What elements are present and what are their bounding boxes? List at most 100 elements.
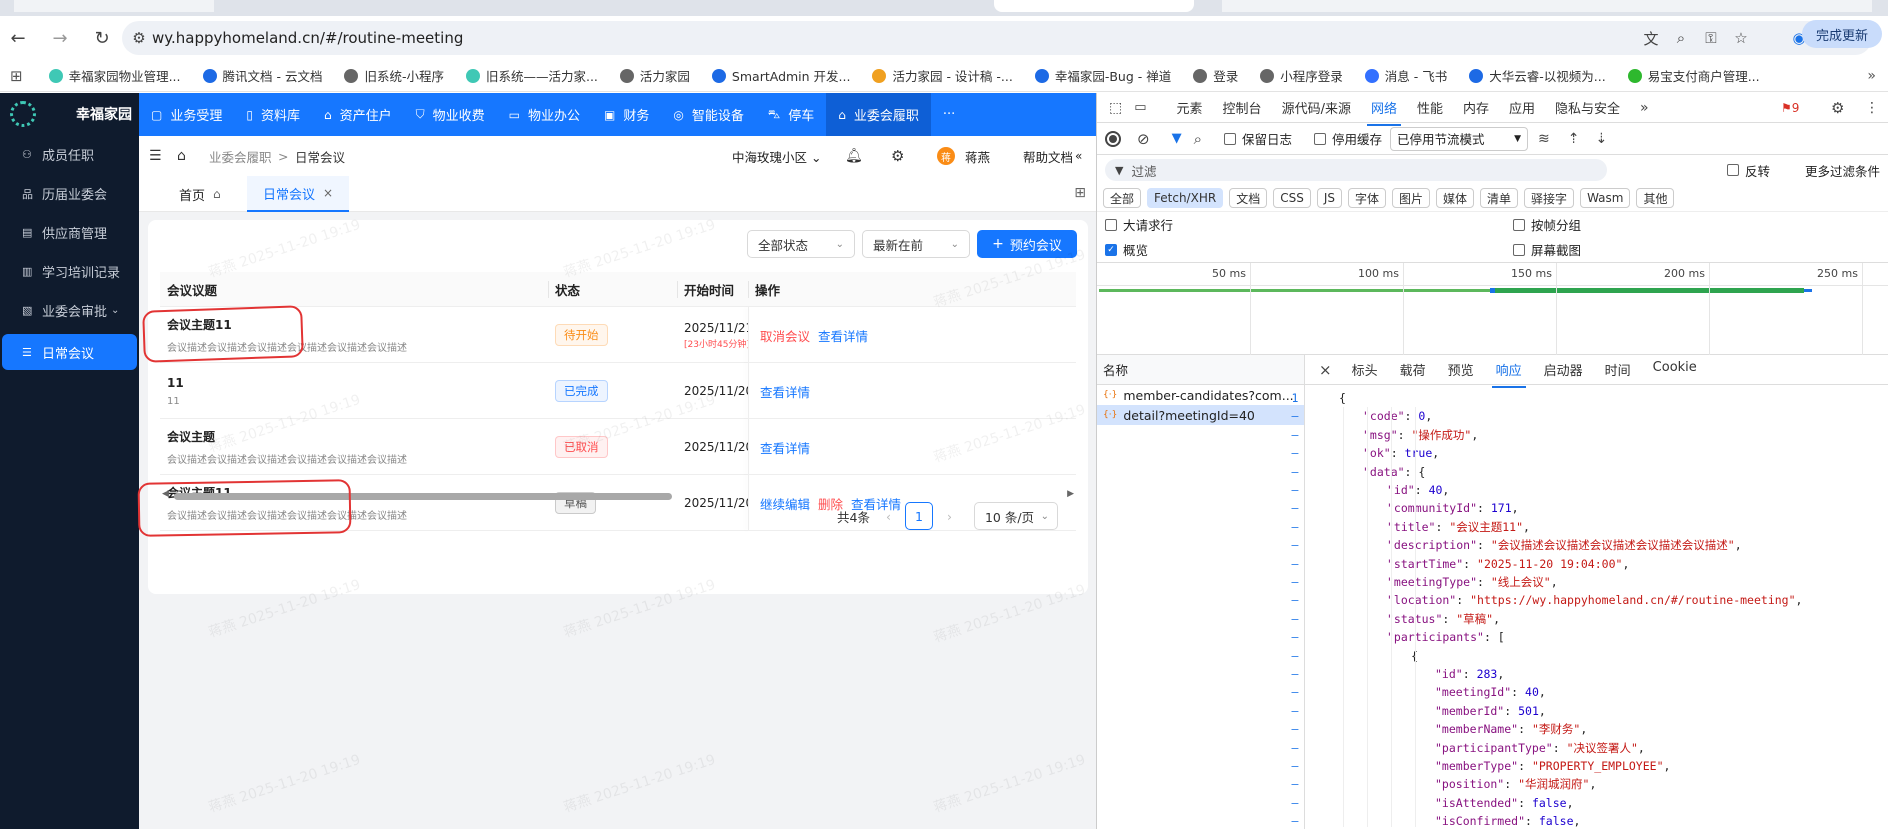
tab-routine-meeting[interactable]: 日常会议 × — [247, 176, 349, 212]
book-meeting-button[interactable]: + 预约会议 — [977, 230, 1077, 258]
detail-tab[interactable]: 响应 — [1491, 360, 1526, 388]
bookmark-item[interactable]: 活力家园 - 设计稿 -... — [872, 66, 1013, 85]
preserve-log-checkbox[interactable]: 保留日志 — [1223, 129, 1292, 148]
home-icon[interactable]: ⌂ — [177, 148, 186, 164]
action-link[interactable]: 取消会议 — [760, 326, 810, 345]
bookmark-item[interactable]: 旧系统——活力家... — [465, 66, 598, 85]
top-nav-item[interactable]: ⌂ 资产住户 — [312, 93, 404, 136]
error-badge[interactable]: ⚑9 — [1781, 101, 1799, 115]
type-filter-chip[interactable]: 图片 — [1392, 188, 1431, 208]
type-filter-chip[interactable]: 文档 — [1229, 188, 1268, 208]
bookmark-item[interactable]: 旧系统-小程序 — [344, 66, 444, 85]
community-selector[interactable]: 中海玫瑰小区 ⌄ — [732, 147, 821, 166]
action-link[interactable]: 查看详情 — [818, 326, 868, 345]
type-filter-chip[interactable]: Wasm — [1580, 188, 1631, 208]
tab-home[interactable]: 首页 ⌂ — [179, 176, 221, 212]
filter-icon[interactable]: ▼ — [1172, 131, 1182, 146]
type-filter-chip[interactable]: JS — [1316, 188, 1342, 208]
detail-tab[interactable]: 标头 — [1352, 360, 1378, 379]
bookmark-item[interactable]: 登录 — [1193, 66, 1238, 85]
request-row[interactable]: {·} member-candidates?com... — [1097, 385, 1304, 405]
group-by-frame-checkbox[interactable]: 按帧分组 — [1513, 215, 1581, 234]
type-filter-chip[interactable]: Fetch/XHR — [1147, 188, 1224, 208]
top-nav-item[interactable]: ▯ 资料库 — [234, 93, 312, 136]
top-nav-item[interactable]: ▣ 财务 — [592, 93, 661, 136]
help-link[interactable]: 帮助文档 — [1023, 147, 1073, 166]
more-filters-button[interactable]: 更多过滤条件 — [1805, 161, 1880, 180]
inspect-icon[interactable]: ⬚ — [1109, 100, 1122, 116]
type-filter-chip[interactable]: 全部 — [1103, 188, 1142, 208]
disable-cache-checkbox[interactable]: 停用缓存 — [1314, 129, 1382, 148]
devtools-tab[interactable]: 网络 — [1366, 98, 1401, 126]
avatar[interactable]: 蒋 — [937, 147, 955, 165]
sidebar-item[interactable]: 品历届业委会 — [0, 174, 139, 213]
sidebar-item[interactable]: ▤ 供应商管理 — [0, 213, 139, 252]
update-button[interactable]: 完成更新 — [1801, 20, 1882, 48]
type-filter-chip[interactable]: CSS — [1273, 188, 1311, 208]
record-icon[interactable] — [1105, 130, 1121, 147]
action-link[interactable]: 查看详情 — [760, 438, 810, 457]
browser-tab[interactable] — [14, 0, 214, 12]
big-rows-checkbox[interactable]: 大请求行 — [1105, 215, 1173, 234]
devtools-tab[interactable]: 应用 — [1509, 98, 1535, 117]
bookmark-item[interactable]: 易宝支付商户管理... — [1627, 66, 1760, 85]
bookmark-item[interactable]: 幸福家园物业管理... — [48, 66, 181, 85]
gear-icon[interactable]: ⚙ — [1831, 99, 1844, 117]
filter-input[interactable]: ▼ 过滤 — [1105, 159, 1607, 181]
devtools-tab[interactable]: 内存 — [1463, 98, 1489, 117]
reload-icon[interactable]: ↻ — [88, 24, 116, 52]
url-text[interactable]: wy.happyhomeland.cn/#/routine-meeting — [152, 29, 463, 47]
network-conditions-icon[interactable]: ≋ — [1538, 131, 1550, 147]
page-size-select[interactable]: 10 条/页 ⌄ — [973, 502, 1058, 530]
invert-checkbox[interactable]: 反转 — [1727, 161, 1770, 180]
type-filter-chip[interactable]: 清单 — [1480, 188, 1519, 208]
top-nav-item[interactable]: ▭ 物业办公 — [497, 93, 592, 136]
type-filter-chip[interactable]: 驿接字 — [1524, 188, 1575, 208]
type-filter-chip[interactable]: 其他 — [1636, 188, 1675, 208]
menu-collapse-icon[interactable]: ☰ — [149, 148, 162, 164]
bookmark-item[interactable]: 消息 - 飞书 — [1364, 66, 1447, 85]
devtools-tab[interactable]: 性能 — [1417, 98, 1443, 117]
devtools-tab[interactable]: 元素 — [1177, 98, 1203, 117]
clear-icon[interactable]: ⊘ — [1137, 130, 1150, 148]
sidebar-item[interactable]: ▧ 业委会审批 ⌄ — [0, 291, 139, 330]
network-timeline[interactable]: 50 ms 100 ms 150 ms 200 ms 250 ms — [1097, 263, 1888, 355]
bell-icon[interactable]: 🔔︎ — [845, 148, 863, 164]
scroll-right-icon[interactable]: ▶ — [1067, 489, 1074, 499]
apps-grid-icon[interactable]: ⊞ — [10, 67, 23, 85]
throttle-select[interactable]: 已停用节流模式 ▼ — [1390, 126, 1529, 151]
bookmark-item[interactable]: 小程序登录 — [1260, 66, 1343, 85]
more-tabs-icon[interactable]: » — [1640, 100, 1649, 116]
bookmark-item[interactable]: SmartAdmin 开发... — [711, 66, 850, 85]
type-filter-chip[interactable]: 字体 — [1347, 188, 1386, 208]
close-icon[interactable]: × — [1319, 361, 1332, 379]
url-bar[interactable]: ⚙ wy.happyhomeland.cn/#/routine-meeting … — [122, 21, 1872, 55]
overview-checkbox[interactable]: ✓ 概览 — [1105, 240, 1148, 259]
request-row[interactable]: {·} detail?meetingId=40 — [1097, 405, 1304, 425]
export-har-icon[interactable]: ⇣ — [1595, 131, 1607, 147]
back-icon[interactable]: ← — [4, 24, 32, 52]
kebab-menu-icon[interactable]: ⋮ — [1865, 100, 1879, 116]
top-nav-item[interactable]: ··· — [931, 93, 967, 136]
browser-tab-active[interactable] — [994, 0, 1194, 12]
forward-icon[interactable]: → — [46, 24, 74, 52]
devtools-tab[interactable]: 控制台 — [1223, 98, 1262, 117]
key-icon[interactable]: ⚿ — [1700, 27, 1722, 49]
top-nav-item[interactable]: ⛍ 停车 — [756, 93, 826, 136]
detail-tab[interactable]: 载荷 — [1400, 360, 1426, 379]
bookmark-item[interactable]: 大华云睿-以视频为... — [1469, 66, 1606, 85]
device-toolbar-icon[interactable]: ▭ — [1134, 100, 1146, 115]
site-info-icon[interactable]: ⚙ — [128, 27, 150, 49]
tabs-grid-icon[interactable]: ⊞ — [1074, 185, 1086, 201]
browser-tab[interactable] — [1222, 0, 1872, 12]
devtools-tab[interactable]: 隐私与安全 — [1555, 98, 1620, 117]
sidebar-item[interactable]: ⚇ 成员任职 — [0, 135, 139, 174]
import-har-icon[interactable]: ⇡ — [1568, 131, 1580, 147]
detail-tab[interactable]: 预览 — [1448, 360, 1474, 379]
bookmarks-more-icon[interactable]: » — [1867, 68, 1876, 84]
prev-page-icon[interactable]: ‹ — [886, 509, 891, 524]
browser-tab[interactable] — [224, 0, 424, 12]
bookmark-item[interactable]: 活力家园 — [619, 66, 690, 85]
type-filter-chip[interactable]: 媒体 — [1436, 188, 1475, 208]
gear-icon[interactable]: ⚙ — [891, 147, 904, 165]
